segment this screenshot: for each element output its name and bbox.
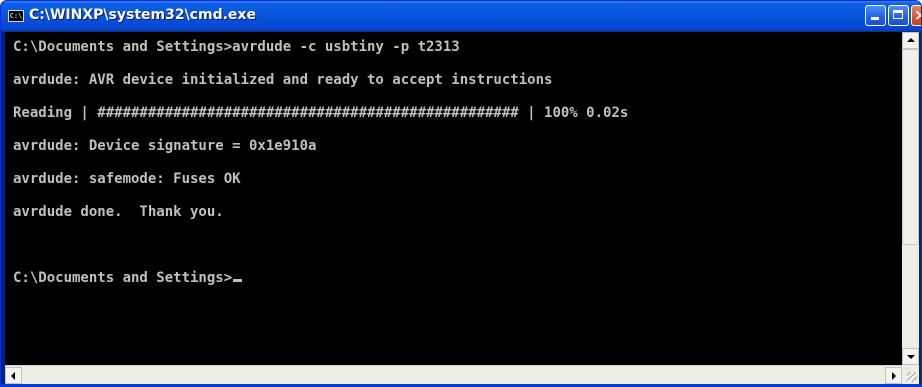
- window-title: C:\WINXP\system32\cmd.exe: [29, 7, 256, 23]
- minimize-button[interactable]: [865, 5, 886, 26]
- scroll-down-arrow-icon: [907, 355, 915, 359]
- horizontal-scrollbar[interactable]: [5, 365, 902, 384]
- scroll-up-button[interactable]: [902, 32, 919, 49]
- console-prompt: C:\Documents and Settings>: [13, 270, 233, 286]
- text-cursor: [233, 279, 243, 282]
- scroll-right-button[interactable]: [885, 367, 902, 384]
- close-button[interactable]: ×: [911, 5, 921, 26]
- console-client-area: C:\Documents and Settings>avrdude -c usb…: [5, 32, 919, 384]
- scroll-right-arrow-icon: [892, 372, 896, 380]
- console-line: avrdude done. Thank you.: [13, 204, 224, 220]
- console-output[interactable]: C:\Documents and Settings>avrdude -c usb…: [9, 32, 899, 365]
- scroll-down-button[interactable]: [902, 348, 919, 365]
- window-controls: ×: [865, 5, 921, 26]
- console-line: avrdude: Device signature = 0x1e910a: [13, 138, 317, 154]
- vertical-scroll-thumb[interactable]: [902, 49, 919, 245]
- console-line: avrdude: safemode: Fuses OK: [13, 171, 241, 187]
- close-icon: ×: [914, 6, 921, 25]
- vertical-scrollbar[interactable]: [902, 32, 919, 365]
- console-prompt-line: C:\Documents and Settings>: [13, 267, 243, 289]
- title-bar[interactable]: C:\ C:\WINXP\system32\cmd.exe ×: [1, 1, 921, 32]
- console-line: Reading | ##############################…: [13, 105, 629, 121]
- scroll-up-arrow-icon: [907, 38, 915, 42]
- console-line: C:\Documents and Settings>avrdude -c usb…: [13, 39, 460, 55]
- console-window: C:\ C:\WINXP\system32\cmd.exe × C:\Docum…: [0, 0, 922, 387]
- scroll-left-button[interactable]: [5, 367, 22, 384]
- resize-grip[interactable]: [902, 365, 919, 384]
- scroll-left-arrow-icon: [11, 372, 15, 380]
- console-app-icon[interactable]: C:\: [8, 10, 24, 22]
- maximize-button[interactable]: [888, 5, 909, 26]
- resize-grip-icon: [907, 372, 917, 382]
- console-line: avrdude: AVR device initialized and read…: [13, 72, 553, 88]
